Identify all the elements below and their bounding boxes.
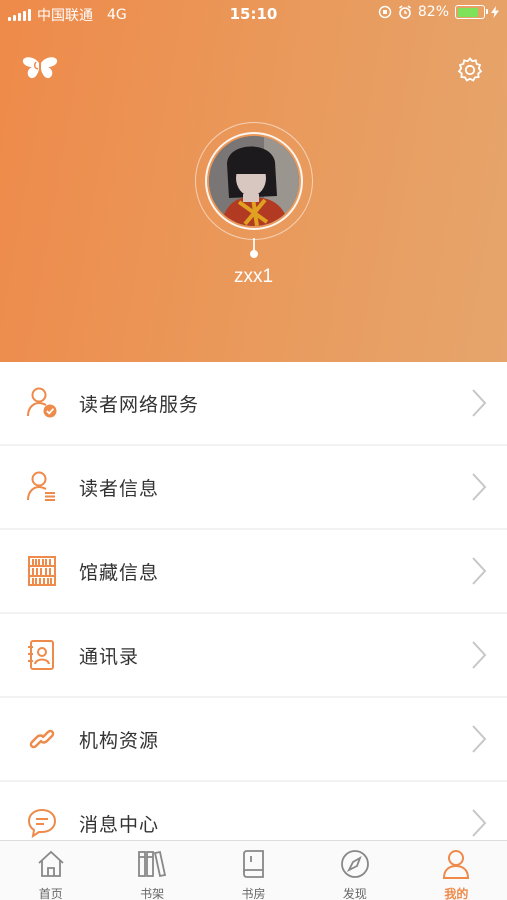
profile-icon [443,850,470,879]
contacts-icon [28,640,54,670]
menu-item-collection-info[interactable]: 馆藏信息 [0,530,507,612]
battery-percent: 82% [417,4,449,20]
avatar[interactable] [209,136,299,226]
menu-item-label: 通讯录 [79,646,140,668]
menu-item-contacts[interactable]: 通讯录 [0,614,507,696]
chevron-right-icon [472,641,487,669]
user-check-icon [27,387,57,418]
chevron-right-icon [472,809,487,837]
tab-discover[interactable]: 发现 [304,841,405,900]
tab-study[interactable]: 书房 [203,841,304,900]
avatar-frame[interactable] [195,122,313,240]
tab-home[interactable]: 首页 [0,841,101,900]
menu-item-label: 机构资源 [79,730,160,752]
chevron-right-icon [472,725,487,753]
tab-bookshelf[interactable]: 书架 [101,841,202,900]
book-icon [242,850,264,878]
menu-item-institution-resources[interactable]: 机构资源 [0,698,507,780]
alarm-icon [398,5,411,19]
username: zxx1 [233,266,274,287]
tab-label: 我的 [444,887,469,900]
orientation-lock-icon [378,5,392,19]
avatar-connector-dot [250,250,258,258]
status-bar: 中国联通 4G 15:10 82% [0,0,507,28]
tab-label: 书房 [241,887,266,900]
battery-icon [455,5,488,19]
message-icon [27,808,57,839]
profile-menu: 读者网络服务 读者信息 馆藏信息 通讯录 机构资源 消息中心 [0,362,507,866]
profile-header: 中国联通 4G 15:10 82% zxx1 [0,0,507,362]
menu-item-label: 馆藏信息 [79,562,160,584]
tab-label: 发现 [342,887,367,900]
charging-icon [491,6,499,18]
chevron-right-icon [472,473,487,501]
menu-item-label: 读者网络服务 [79,394,200,416]
tab-mine[interactable]: 我的 [406,841,507,900]
bookshelf-tab-icon [138,850,167,878]
link-icon [29,729,55,749]
tab-label: 首页 [38,887,63,900]
menu-item-reader-network-service[interactable]: 读者网络服务 [0,362,507,444]
compass-icon [341,850,369,878]
bookshelf-icon [28,556,56,586]
menu-item-reader-info[interactable]: 读者信息 [0,446,507,528]
bottom-tab-bar: 首页 书架 书房 发现 我的 [0,840,507,900]
home-icon [38,850,64,877]
avatar-image [209,136,299,226]
user-info-icon [27,471,55,501]
chevron-right-icon [472,389,487,417]
butterfly-logo-icon[interactable] [22,56,58,82]
menu-item-label: 消息中心 [79,814,160,836]
tab-label: 书架 [140,887,165,900]
menu-item-label: 读者信息 [79,478,160,500]
settings-gear-icon[interactable] [456,56,484,84]
chevron-right-icon [472,557,487,585]
